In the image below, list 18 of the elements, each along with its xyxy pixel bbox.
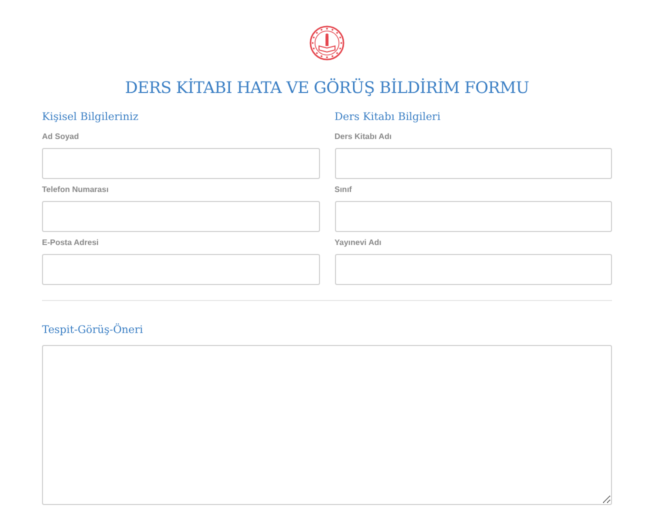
field-label: Ders Kitabı Adı <box>334 132 392 142</box>
input-field[interactable] <box>42 148 320 179</box>
input-field[interactable] <box>334 254 612 285</box>
field-label: Yayınevi Adı <box>334 238 382 248</box>
text-area[interactable] <box>42 345 612 505</box>
input-field[interactable] <box>334 148 612 179</box>
section-heading: Ders Kitabı Bilgileri <box>334 110 440 124</box>
input-field[interactable] <box>42 201 320 232</box>
input-field[interactable] <box>334 201 612 232</box>
emblem-logo <box>309 25 345 61</box>
input-field[interactable] <box>42 254 320 285</box>
field-label: Sınıf <box>334 185 352 195</box>
field-label: E-Posta Adresi <box>42 238 99 248</box>
field-label: Ad Soyad <box>42 132 79 142</box>
section-heading: Tespit-Görüş-Öneri <box>42 323 144 337</box>
section-heading: Kişisel Bilgileriniz <box>42 110 138 124</box>
field-label: Telefon Numarası <box>42 185 109 195</box>
form-title: DERS KİTABI HATA VE GÖRÜŞ BİLDİRİM FORMU <box>124 78 530 98</box>
